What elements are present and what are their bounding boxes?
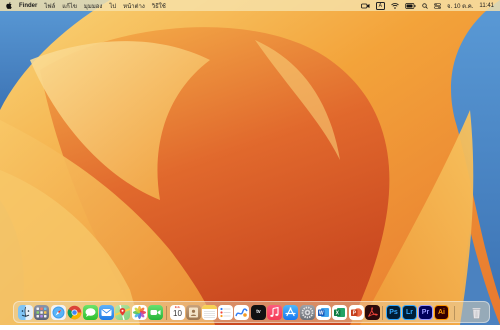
notes-icon[interactable] [202, 305, 217, 320]
premiere-label: Pr [422, 309, 429, 316]
freeform-icon[interactable] [234, 305, 249, 320]
photoshop-icon[interactable]: Ps [386, 305, 401, 320]
maps-icon[interactable] [115, 305, 130, 320]
calendar-icon[interactable]: ต.ค. 10 [170, 305, 185, 320]
safari-icon[interactable] [51, 305, 66, 320]
music-icon[interactable] [267, 305, 282, 320]
acrobat-icon[interactable] [365, 305, 380, 320]
finder-icon[interactable] [18, 305, 33, 320]
illustrator-icon[interactable]: Ai [434, 305, 449, 320]
menu-bar: Finder ไฟล์ แก้ไข มุมมอง ไป หน้าต่าง วิธ… [0, 0, 500, 11]
system-settings-icon[interactable] [300, 305, 315, 320]
control-center-icon[interactable] [434, 3, 441, 9]
photoshop-label: Ps [389, 309, 398, 316]
menubar-date[interactable]: จ. 10 ต.ค. [447, 1, 473, 11]
apple-icon[interactable] [6, 2, 12, 9]
facetime-icon[interactable] [148, 305, 163, 320]
app-store-icon[interactable] [283, 305, 298, 320]
powerpoint-icon[interactable]: P [349, 305, 364, 320]
search-icon[interactable] [422, 3, 428, 9]
word-icon[interactable]: W [316, 305, 331, 320]
app-menu-finder[interactable]: Finder [19, 3, 37, 9]
menubar-time[interactable]: 11:41 [479, 3, 494, 9]
illustrator-label: Ai [438, 309, 445, 316]
dock-separator [166, 306, 167, 320]
menu-window[interactable]: หน้าต่าง [123, 1, 145, 11]
excel-icon[interactable]: X [332, 305, 347, 320]
trash-icon[interactable] [469, 305, 484, 320]
desktop-wallpaper [0, 0, 500, 325]
photos-icon[interactable] [132, 305, 147, 320]
calendar-day: 10 [173, 309, 182, 318]
menu-edit[interactable]: แก้ไข [62, 1, 77, 11]
mail-icon[interactable] [99, 305, 114, 320]
chrome-icon[interactable] [67, 305, 82, 320]
messages-icon[interactable] [83, 305, 98, 320]
launchpad-icon[interactable] [34, 305, 49, 320]
apple-tv-icon[interactable]: tv [251, 305, 266, 320]
reminders-icon[interactable] [218, 305, 233, 320]
dock-separator [454, 306, 455, 320]
wifi-icon[interactable] [391, 3, 399, 9]
input-source-label: A [376, 2, 385, 10]
lightroom-icon[interactable]: Lr [402, 305, 417, 320]
premiere-icon[interactable]: Pr [418, 305, 433, 320]
menu-view[interactable]: มุมมอง [84, 1, 102, 11]
battery-icon[interactable] [405, 3, 416, 9]
lightroom-label: Lr [406, 309, 413, 316]
svg-text:W: W [319, 311, 324, 317]
menu-go[interactable]: ไป [109, 1, 116, 11]
dock-separator [382, 306, 383, 320]
dock: ต.ค. 10 tv W X P [13, 301, 490, 323]
menu-help[interactable]: วิธีใช้ [152, 1, 166, 11]
contacts-icon[interactable] [186, 305, 201, 320]
input-source-icon[interactable]: A [376, 2, 385, 10]
camera-icon[interactable] [361, 3, 370, 9]
menu-file[interactable]: ไฟล์ [44, 1, 55, 11]
